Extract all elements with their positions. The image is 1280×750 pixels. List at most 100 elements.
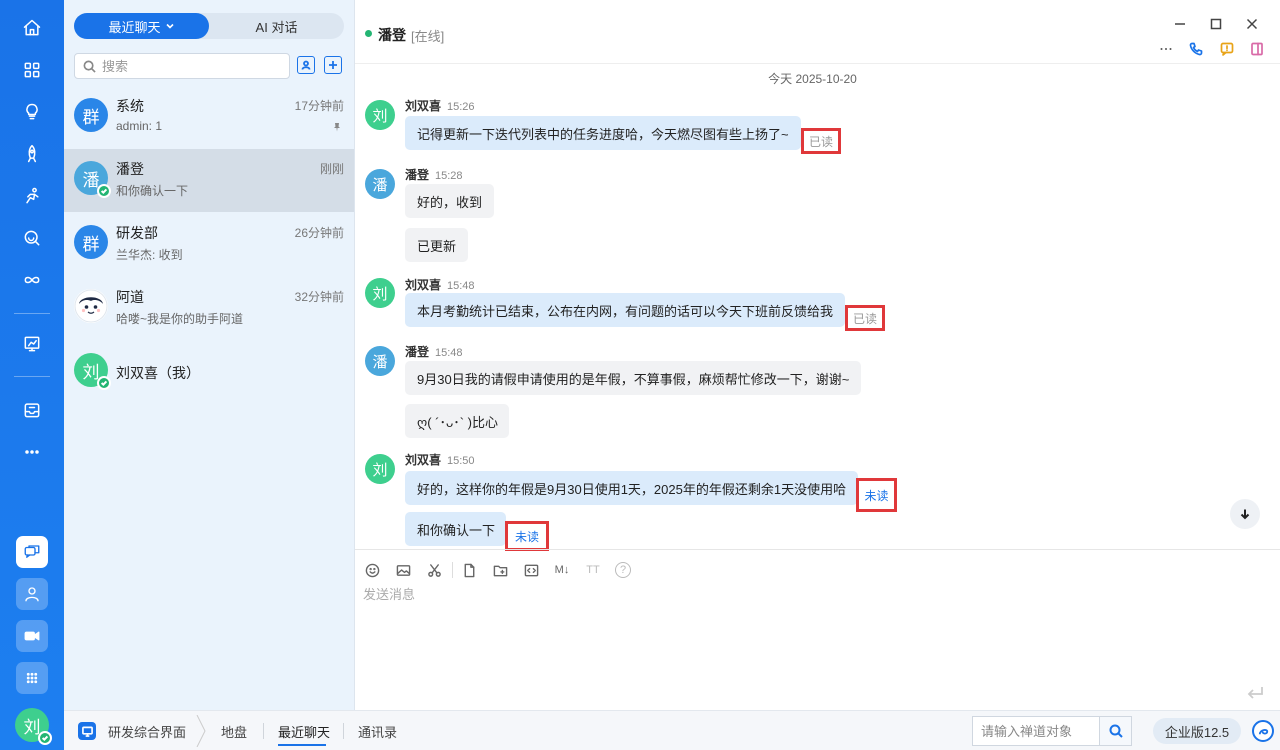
folder-icon[interactable] <box>491 561 509 579</box>
message-bubble[interactable]: 已更新 <box>405 228 468 262</box>
message-bubble[interactable]: ღ( ´･ᴗ･` )比心 <box>405 404 509 438</box>
conversation-item-selected[interactable]: 潘 潘登 和你确认一下 刚刚 <box>64 149 354 212</box>
message-bubble[interactable]: 本月考勤统计已结束，公布在内网，有问题的话可以今天下班前反馈给我 <box>405 293 845 327</box>
search-box <box>74 53 290 79</box>
conversation-item[interactable]: 阿道 哈喽~我是你的助手阿道 32分钟前 <box>64 277 354 340</box>
add-icon[interactable] <box>324 56 342 74</box>
sender-name: 潘登 <box>405 168 430 182</box>
current-user-avatar[interactable]: 刘 <box>15 708 52 745</box>
tab-ai-chat[interactable]: AI 对话 <box>209 13 344 39</box>
inbox-icon[interactable] <box>20 398 44 422</box>
search-icon <box>83 60 96 73</box>
code-block-icon[interactable] <box>522 561 540 579</box>
chat-bubbles-icon[interactable] <box>16 536 48 568</box>
message-header: 刘双喜 15:50 <box>405 451 475 468</box>
sprint-icon[interactable] <box>20 184 44 208</box>
message-bubble[interactable]: 记得更新一下迭代列表中的任务进度哈，今天燃尽图有些上扬了~ <box>405 116 801 150</box>
group-avatar: 群 <box>74 225 108 259</box>
message-input[interactable] <box>363 584 1263 684</box>
sender-avatar[interactable]: 刘 <box>365 278 395 308</box>
online-check-icon <box>97 184 111 198</box>
chat-mode-switch: 最近聊天 AI 对话 <box>74 13 344 39</box>
bot-avatar-icon <box>74 289 108 323</box>
close-icon[interactable] <box>1244 16 1260 32</box>
conversation-preview: admin: 1 <box>116 119 163 133</box>
rocket-icon[interactable] <box>20 142 44 166</box>
message-bubble[interactable]: 好的，这样你的年假是9月30日使用1天，2025年的年假还剩余1天没使用哈 <box>405 471 858 505</box>
conversation-preview: 哈喽~我是你的助手阿道 <box>116 312 244 326</box>
help-icon[interactable]: ? <box>615 562 631 578</box>
home-icon[interactable] <box>20 16 44 40</box>
scroll-to-bottom-button[interactable] <box>1230 499 1260 529</box>
search-input[interactable] <box>102 58 282 74</box>
maximize-icon[interactable] <box>1208 16 1224 32</box>
nav-recent-chats[interactable]: 最近聊天 <box>278 722 330 741</box>
search-qa-icon[interactable] <box>20 226 44 250</box>
message-bubble[interactable]: 9月30日我的请假申请使用的是年假，不算事假，麻烦帮忙修改一下，谢谢~ <box>405 361 861 395</box>
message-bubble[interactable]: 和你确认一下 <box>405 512 506 546</box>
zentao-logo-icon[interactable] <box>1252 720 1274 742</box>
app-launcher-icon[interactable] <box>16 662 48 694</box>
notice-icon[interactable] <box>1219 41 1235 57</box>
breadcrumb-arrow <box>196 714 206 748</box>
sender-avatar[interactable]: 潘 <box>365 346 395 376</box>
sender-avatar[interactable]: 潘 <box>365 169 395 199</box>
minimize-icon[interactable] <box>1172 16 1188 32</box>
sender-avatar[interactable]: 刘 <box>365 100 395 130</box>
unread-receipt: 未读 <box>505 521 549 551</box>
nav-dashboard[interactable]: 地盘 <box>221 722 247 741</box>
font-format-icon[interactable]: TT <box>584 561 602 579</box>
conversation-name: 研发部 <box>116 225 158 241</box>
pin-icon <box>332 120 342 135</box>
conversation-time: 26分钟前 <box>294 226 344 240</box>
tab-recent-chats[interactable]: 最近聊天 <box>74 13 209 39</box>
lightbulb-icon[interactable] <box>20 100 44 124</box>
send-enter-icon[interactable] <box>1245 683 1265 706</box>
rail-divider <box>14 313 50 314</box>
nav-contacts[interactable]: 通讯录 <box>358 722 397 741</box>
contacts-icon[interactable] <box>16 578 48 610</box>
sidebar-panel-icon[interactable] <box>1249 41 1265 57</box>
message-header: 潘登 15:28 <box>405 166 463 183</box>
sender-avatar[interactable]: 刘 <box>365 454 395 484</box>
conversation-panel: 最近聊天 AI 对话 群 系统 admin: 1 17分钟前 潘 潘登 和你确认… <box>64 0 355 710</box>
sender-name: 潘登 <box>405 345 430 359</box>
phone-call-icon[interactable] <box>1188 41 1204 57</box>
rail-divider <box>14 376 50 377</box>
conversation-item[interactable]: 刘 刘双喜（我） <box>64 341 354 404</box>
breadcrumb-workspace[interactable]: 研发综合界面 <box>108 722 186 741</box>
sender-name: 刘双喜 <box>405 278 442 292</box>
zentao-search-box <box>972 716 1132 746</box>
tab-label: 最近聊天 <box>108 19 161 35</box>
user-avatar: 潘 <box>74 161 111 198</box>
more-options-icon[interactable] <box>1158 41 1174 57</box>
message-header: 刘双喜 15:48 <box>405 276 475 293</box>
more-dots-icon[interactable] <box>20 440 44 464</box>
conversation-item[interactable]: 群 系统 admin: 1 17分钟前 <box>64 86 354 149</box>
message-bubble[interactable]: 好的，收到 <box>405 184 494 218</box>
nav-divider <box>263 723 264 739</box>
chat-title: 潘登 <box>378 27 406 43</box>
video-call-icon[interactable] <box>16 620 48 652</box>
bottom-navigation-bar: 研发综合界面 地盘 最近聊天 通讯录 企业版12.5 <box>64 710 1280 750</box>
chat-window: 潘登 [在线] 今天 2025-10-20 刘 刘双喜 15:26 记得更新一下迭… <box>355 0 1280 710</box>
search-button[interactable] <box>1099 717 1131 745</box>
workspace-icon <box>78 722 96 740</box>
conversation-time: 32分钟前 <box>294 290 344 304</box>
online-check-icon <box>38 731 52 745</box>
report-chart-icon[interactable] <box>20 332 44 356</box>
infinity-icon[interactable] <box>20 268 44 292</box>
conversation-item[interactable]: 群 研发部 兰华杰: 收到 26分钟前 <box>64 213 354 276</box>
file-icon[interactable] <box>460 561 478 579</box>
markdown-icon[interactable]: M↓ <box>552 561 572 579</box>
zentao-search-input[interactable] <box>973 717 1099 745</box>
emoji-icon[interactable] <box>363 561 381 579</box>
image-icon[interactable] <box>394 561 412 579</box>
online-status-dot <box>365 30 372 37</box>
address-book-icon[interactable] <box>297 56 315 74</box>
apps-grid-icon[interactable] <box>20 58 44 82</box>
message-time: 15:48 <box>435 347 463 359</box>
conversation-preview: 兰华杰: 收到 <box>116 248 183 262</box>
screenshot-scissors-icon[interactable] <box>425 561 443 579</box>
message-time: 15:26 <box>447 101 475 113</box>
